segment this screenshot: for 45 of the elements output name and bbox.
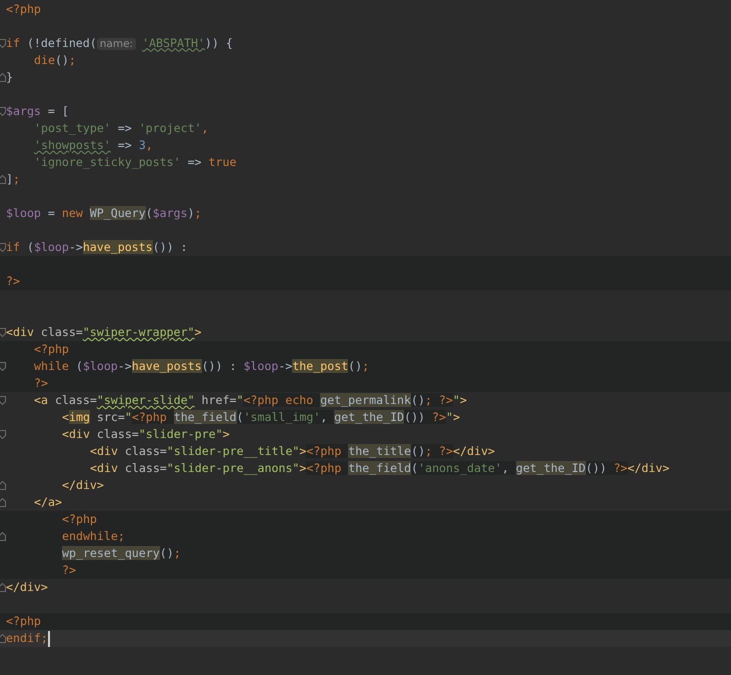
code-line: }	[6, 70, 13, 85]
code-line: <div class="slider-pre__title"><?php the_title(); ?></div>	[90, 444, 495, 459]
fold-marker-icon[interactable]	[0, 481, 6, 490]
code-line: <a class="swiper-slide" href="<?php echo get_permalink(); ?>">	[34, 393, 467, 408]
code-line: $loop = new WP_Query($args);	[6, 206, 202, 221]
fold-marker-icon[interactable]	[0, 175, 6, 184]
fold-marker-icon[interactable]	[0, 532, 6, 541]
fold-marker-icon[interactable]	[0, 396, 6, 405]
code-line: endif;	[6, 631, 48, 646]
fold-marker-icon[interactable]	[0, 39, 6, 48]
code-line: 'showposts' => 3,	[34, 138, 153, 153]
code-line: </div>	[6, 580, 48, 595]
code-line: ?>	[6, 274, 20, 289]
code-line: wp_reset_query();	[62, 546, 181, 561]
code-line: <div class="slider-pre">	[62, 427, 230, 442]
code-line: 'ignore_sticky_posts' => true	[34, 155, 236, 170]
fold-marker-icon[interactable]	[0, 107, 6, 116]
code-line: <div class="swiper-wrapper">	[6, 325, 202, 340]
code-line: 'post_type' => 'project',	[34, 121, 209, 136]
fold-marker-icon[interactable]	[0, 634, 6, 643]
text-cursor	[48, 630, 50, 646]
fold-marker-icon[interactable]	[0, 243, 6, 252]
code-line: <?php	[6, 614, 41, 629]
code-line: while ($loop->have_posts()) : $loop->the_post();	[34, 359, 370, 374]
code-line: endwhile;	[62, 529, 125, 544]
fold-marker-icon[interactable]	[0, 430, 6, 439]
code-line: if (!defined( name: 'ABSPATH')) {	[6, 36, 233, 52]
fold-marker-icon[interactable]	[0, 583, 6, 592]
code-line: $args = [	[6, 104, 69, 119]
code-line: <?php	[34, 342, 69, 357]
code-line: <?php	[62, 512, 97, 527]
code-line: </div>	[62, 478, 104, 493]
fold-marker-icon[interactable]	[0, 362, 6, 371]
code-line: if ($loop->have_posts()) :	[6, 240, 188, 255]
code-line: die();	[34, 53, 76, 68]
code-line: ];	[6, 172, 20, 187]
code-line: <?php	[6, 2, 41, 17]
code-line: <img src="<?php the_field('small_img', get_the_ID()) ?>">	[62, 410, 460, 425]
code-line: <div class="slider-pre__anons"><?php the_field('anons_date', get_the_ID()) ?></div>	[90, 461, 670, 476]
fold-marker-icon[interactable]	[0, 73, 6, 82]
code-line: </a>	[34, 495, 62, 510]
fold-marker-icon[interactable]	[0, 328, 6, 337]
fold-marker-icon[interactable]	[0, 498, 6, 507]
code-line: ?>	[34, 376, 48, 391]
code-line: ?>	[62, 563, 76, 578]
